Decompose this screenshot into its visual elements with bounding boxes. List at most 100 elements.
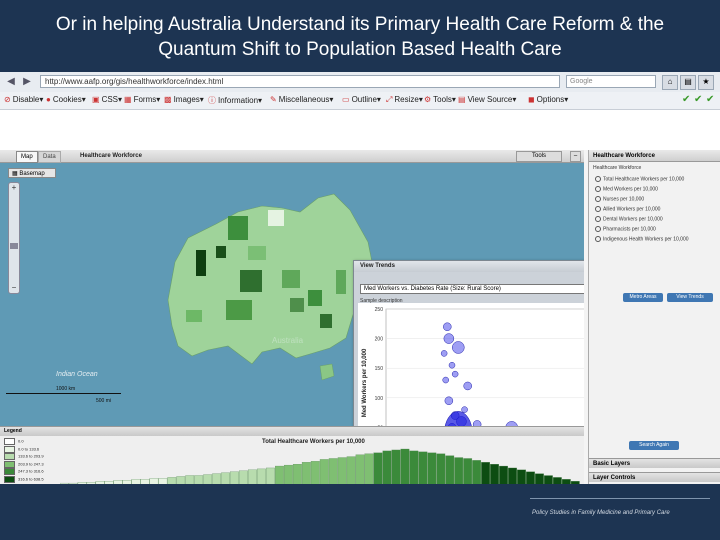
toolbar-view-source[interactable]: ▤ View Source▾ [458, 95, 516, 104]
footer-divider [530, 498, 710, 499]
side-panel: Healthcare Workforce Healthcare Workforc… [588, 150, 720, 484]
toolbar-miscellaneous[interactable]: ✎ Miscellaneous▾ [270, 95, 333, 104]
toolbar-resize[interactable]: ⤢ Resize▾ [386, 95, 423, 105]
section-layer-controls[interactable]: Layer Controls [589, 472, 720, 482]
toolbar-forms[interactable]: ▦ Forms▾ [124, 95, 160, 104]
toolbar-images[interactable]: ▩ Images▾ [164, 95, 204, 104]
histogram-bar [481, 462, 490, 484]
histogram-bar [194, 475, 204, 484]
footer-text: Policy Studies in Family Medicine and Pr… [532, 510, 670, 516]
layer-option[interactable]: Dental Workers per 10,000 [595, 216, 663, 222]
tab-data[interactable]: Data [38, 151, 61, 163]
layer-option[interactable]: Nurses per 10,000 [595, 196, 644, 202]
data-point [451, 370, 459, 378]
scatter-chart: 050100150200250-1000100200300400500600Di… [362, 307, 584, 426]
radio-icon[interactable] [595, 236, 601, 242]
layer-option[interactable]: Med Workers per 10,000 [595, 186, 658, 192]
histogram-bar [140, 479, 150, 484]
histogram-bar [373, 452, 383, 484]
map-title: Healthcare Workforce [80, 153, 142, 159]
radio-icon[interactable] [595, 186, 601, 192]
section-basic-layers[interactable]: Basic Layers [589, 458, 720, 468]
slide-title: Or in helping Australia Understand its P… [0, 0, 720, 72]
scatter-chart-container: 050100150200250-1000100200300400500600Di… [358, 303, 584, 426]
search-input[interactable]: Google [566, 75, 656, 88]
view-trends-window[interactable]: View Trends Med Workers vs. Diabetes Rat… [353, 260, 584, 426]
histogram-bar [400, 448, 410, 484]
radio-icon[interactable] [595, 226, 601, 232]
back-icon[interactable]: ◀ [4, 75, 18, 88]
tools-button[interactable]: Tools [516, 151, 562, 162]
histogram-bar [463, 458, 473, 484]
slide-title-line1: Or in helping Australia Understand its P… [55, 14, 665, 35]
histogram-bar [239, 470, 248, 484]
print-icon[interactable]: ▤ [680, 75, 696, 90]
histogram-bar [176, 476, 186, 484]
map-panel[interactable]: Map Data Healthcare Workforce Tools – ▦ … [0, 150, 584, 426]
legend-item: 133.6 to 203.9 [4, 453, 44, 460]
legend-label: 247.3 to 316.6 [18, 468, 44, 474]
histogram-bar [104, 481, 114, 484]
plot-area [385, 308, 584, 426]
legend-panel: Legend 0.0 0.0 to 133.6 133.6 to 203.9 203.… [0, 426, 584, 484]
bookmark-icon[interactable]: ★ [698, 75, 714, 90]
basemap-button[interactable]: ▦ Basemap [8, 168, 56, 178]
trends-select-value: Med Workers vs. Diabetes Rate (Size: Rur… [364, 286, 501, 292]
histogram-bar [517, 469, 526, 484]
data-point [440, 350, 448, 357]
histogram-bar [391, 449, 401, 484]
search-again-button[interactable]: Search Again [629, 441, 679, 450]
slide-title-line2: Quantum Shift to Population Based Health… [158, 39, 562, 60]
toolbar-cookies[interactable]: ● Cookies▾ [46, 95, 86, 104]
zoom-out-icon[interactable]: − [9, 283, 19, 293]
data-point [443, 333, 455, 344]
histogram-bar [167, 477, 177, 484]
data-point [448, 361, 456, 369]
legend-item: 247.3 to 316.6 [4, 468, 44, 475]
histogram-bar [212, 473, 222, 484]
toolbar-options[interactable]: ◼ Options▾ [528, 95, 568, 104]
home-icon[interactable]: ⌂ [662, 75, 678, 90]
layer-option[interactable]: Pharmacists per 10,000 [595, 226, 656, 232]
url-input[interactable]: http://www.aafp.org/gis/healthworkforce/… [40, 75, 560, 88]
validation-check-icon: ✔ [706, 94, 715, 105]
histogram-bar [113, 480, 123, 484]
zoom-slider[interactable]: + − [8, 182, 20, 294]
zoom-slider-thumb[interactable] [10, 243, 18, 249]
data-point [443, 322, 452, 332]
histogram-bar [257, 468, 266, 484]
histogram-bar [535, 473, 544, 484]
radio-icon[interactable] [595, 216, 601, 222]
forward-icon[interactable]: ▶ [20, 75, 34, 88]
zoom-in-icon[interactable]: + [9, 183, 19, 193]
y-tick-label: 100 [375, 396, 384, 402]
layer-option[interactable]: Indigenous Health Workers per 10,000 [595, 236, 689, 242]
legend-item: 0.0 to 133.6 [4, 445, 39, 453]
histogram-bar [95, 481, 105, 484]
tab-map[interactable]: Map [16, 151, 38, 163]
validation-check-icon: ✔ [682, 94, 691, 105]
toolbar-css[interactable]: ▣ CSS▾ [92, 95, 122, 104]
toolbar-disable[interactable]: ⊘ Disable▾ [4, 95, 43, 104]
view-trends-button[interactable]: View Trends [667, 293, 713, 302]
histogram-bar [427, 452, 437, 484]
histogram-bar [346, 456, 356, 484]
histogram-bar [472, 460, 482, 484]
minimize-icon[interactable]: – [570, 151, 581, 162]
metro-areas-button[interactable]: Metro Areas [623, 293, 663, 302]
map-header: Map Data Healthcare Workforce Tools – [0, 150, 584, 163]
radio-icon[interactable] [595, 206, 601, 212]
toolbar-outline[interactable]: ▭ Outline▾ [342, 95, 381, 104]
side-panel-subtitle: Healthcare Workforce [593, 165, 642, 171]
radio-icon[interactable] [595, 176, 601, 182]
legend-item: 203.9 to 247.3 [4, 460, 44, 468]
histogram-bar [508, 467, 517, 484]
toolbar-tools[interactable]: ⚙ Tools▾ [424, 95, 456, 104]
radio-icon[interactable] [595, 196, 601, 202]
layer-option[interactable]: Total Healthcare Workers per 10,000 [595, 176, 684, 182]
layer-option[interactable]: Allied Workers per 10,000 [595, 206, 660, 212]
y-tick-label: 150 [375, 366, 384, 372]
trends-select[interactable]: Med Workers vs. Diabetes Rate (Size: Rur… [360, 284, 584, 294]
toolbar-information[interactable]: ⓘ Information▾ [208, 95, 262, 106]
histogram-bar [364, 453, 374, 484]
